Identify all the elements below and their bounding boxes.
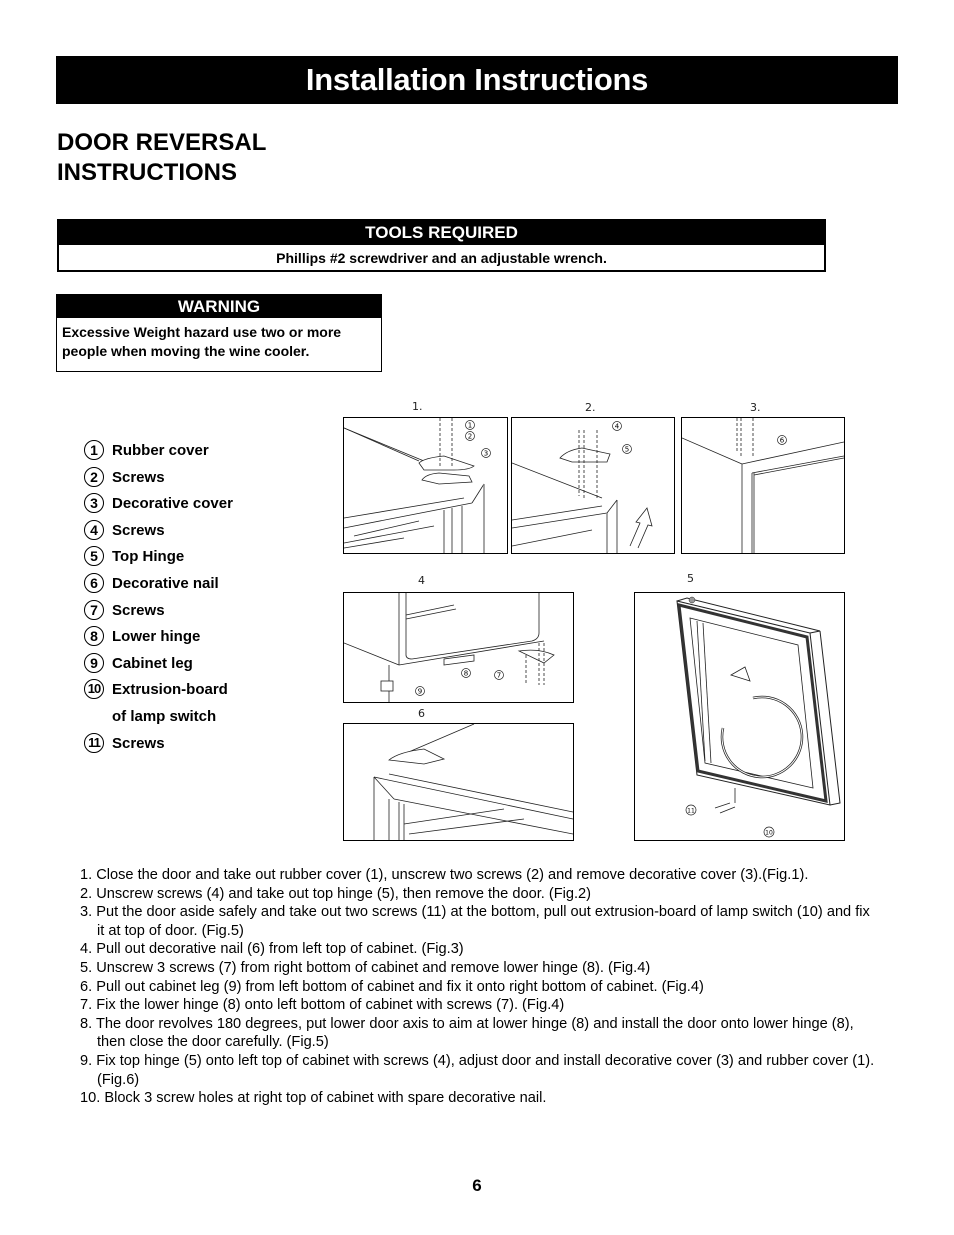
page-title-bar: Installation Instructions: [56, 56, 898, 104]
part-number-badge: 1: [84, 440, 104, 460]
part-label: Decorative nail: [112, 574, 219, 592]
instruction-step: 9. Fix top hinge (5) onto left top of ca…: [80, 1052, 875, 1088]
part-label: Rubber cover: [112, 442, 209, 459]
hinge-pin: [688, 596, 696, 604]
part-number-badge: 4: [84, 519, 104, 540]
tools-required-text: Phillips #2 screwdriver and an adjustabl…: [276, 250, 607, 266]
part-label: Top Hinge: [112, 548, 185, 566]
part-label: Extrusion-board: [112, 681, 228, 699]
tools-required-title: TOOLS REQUIRED: [59, 221, 824, 245]
figure-6-drawing: [373, 724, 573, 840]
warning-text: Excessive Weight hazard use two or more …: [57, 318, 381, 361]
part-number-badge: 3: [84, 493, 104, 514]
callout-number: 3: [484, 450, 488, 458]
figure-4-drawing: 8 7 9: [344, 593, 555, 702]
callout-number: 6: [780, 437, 785, 445]
tools-required-box: TOOLS REQUIRED Phillips #2 screwdriver a…: [57, 219, 826, 272]
callout-number: 10: [765, 830, 773, 837]
warning-box: WARNING Excessive Weight hazard use two …: [56, 294, 382, 372]
figure-6-diagram: [343, 723, 574, 841]
part-label: of lamp switch: [112, 707, 217, 725]
part-number-badge: 8: [84, 626, 104, 647]
figure-5-label: 5: [687, 572, 694, 585]
part-label: Screws: [112, 468, 165, 486]
figure-5-drawing: 11 10: [676, 596, 841, 838]
callout-number: 9: [418, 688, 422, 696]
section-heading: DOOR REVERSAL INSTRUCTIONS: [57, 128, 266, 188]
part-number-badge: 10: [84, 679, 104, 700]
warning-text-line-1: Excessive Weight hazard use two or more: [62, 324, 342, 340]
warning-text-line-2: people when moving the wine cooler.: [62, 343, 310, 359]
instruction-step: 1. Close the door and take out rubber co…: [80, 867, 809, 883]
callout-number: 2: [468, 433, 472, 441]
instruction-step: 10. Block 3 screw holes at right top of …: [80, 1090, 547, 1107]
part-number-badge: 7: [84, 599, 104, 620]
figure-5-diagram: 11 10: [634, 592, 845, 841]
instruction-step: 7. Fix the lower hinge (8) onto left bot…: [80, 997, 565, 1014]
part-label: Screws: [112, 601, 165, 619]
instruction-step: 4. Pull out decorative nail (6) from lef…: [80, 941, 464, 958]
part-label: Screws: [112, 734, 165, 752]
section-heading-line-2: INSTRUCTIONS: [57, 159, 237, 186]
instruction-step: 6. Pull out cabinet leg (9) from left bo…: [80, 978, 704, 995]
instruction-step: 3. Put the door aside safely and take ou…: [80, 904, 870, 939]
part-number-badge: 11: [84, 732, 104, 753]
figure-3-label: 3.: [750, 401, 761, 414]
figure-1-drawing: 1 2 3: [344, 418, 491, 553]
part-label: Decorative cover: [112, 495, 233, 513]
figure-2-diagram: 45: [511, 417, 675, 554]
figure-4-diagram: 8 7 9: [343, 592, 574, 703]
figure-3-diagram: 6: [681, 417, 845, 554]
figure-3-drawing: 6: [682, 418, 844, 553]
warning-title: WARNING: [57, 295, 381, 318]
figure-1-callouts: 1 2 3: [465, 420, 491, 458]
callout-number: 8: [464, 670, 468, 678]
instruction-steps: 1. Close the door and take out rubber co…: [80, 866, 880, 1108]
page-title: Installation Instructions: [305, 62, 649, 97]
part-label: Cabinet leg: [112, 654, 193, 672]
callout-number: 4: [615, 423, 620, 431]
part-number-badge: 6: [84, 572, 104, 593]
part-number-badge: 5: [84, 546, 104, 567]
part-label: Screws: [112, 521, 165, 539]
instruction-step: 5. Unscrew 3 screws (7) from right botto…: [80, 959, 651, 976]
figure-6-label: 6: [418, 707, 425, 720]
figure-2-label: 2.: [585, 401, 596, 414]
figure-1-diagram: 1 2 3: [343, 417, 508, 554]
part-label: Lower hinge: [112, 628, 201, 646]
part-number-badge: 2: [84, 466, 104, 487]
page-number: 6: [472, 1176, 482, 1195]
figure-2-drawing: 45: [512, 421, 653, 553]
callout-number: 11: [687, 808, 695, 815]
instruction-step: 8. The door revolves 180 degrees, put lo…: [80, 1015, 854, 1051]
instruction-step: 2. Unscrew screws (4) and take out top h…: [80, 885, 592, 902]
figure-1-label: 1.: [412, 400, 423, 413]
figure-4-label: 4: [418, 574, 425, 587]
part-number-badge: 9: [84, 652, 104, 673]
callout-number: 7: [497, 672, 501, 680]
section-heading-line-1: DOOR REVERSAL: [57, 129, 267, 156]
callout-number: 5: [625, 446, 629, 454]
callout-number: 1: [468, 422, 472, 430]
